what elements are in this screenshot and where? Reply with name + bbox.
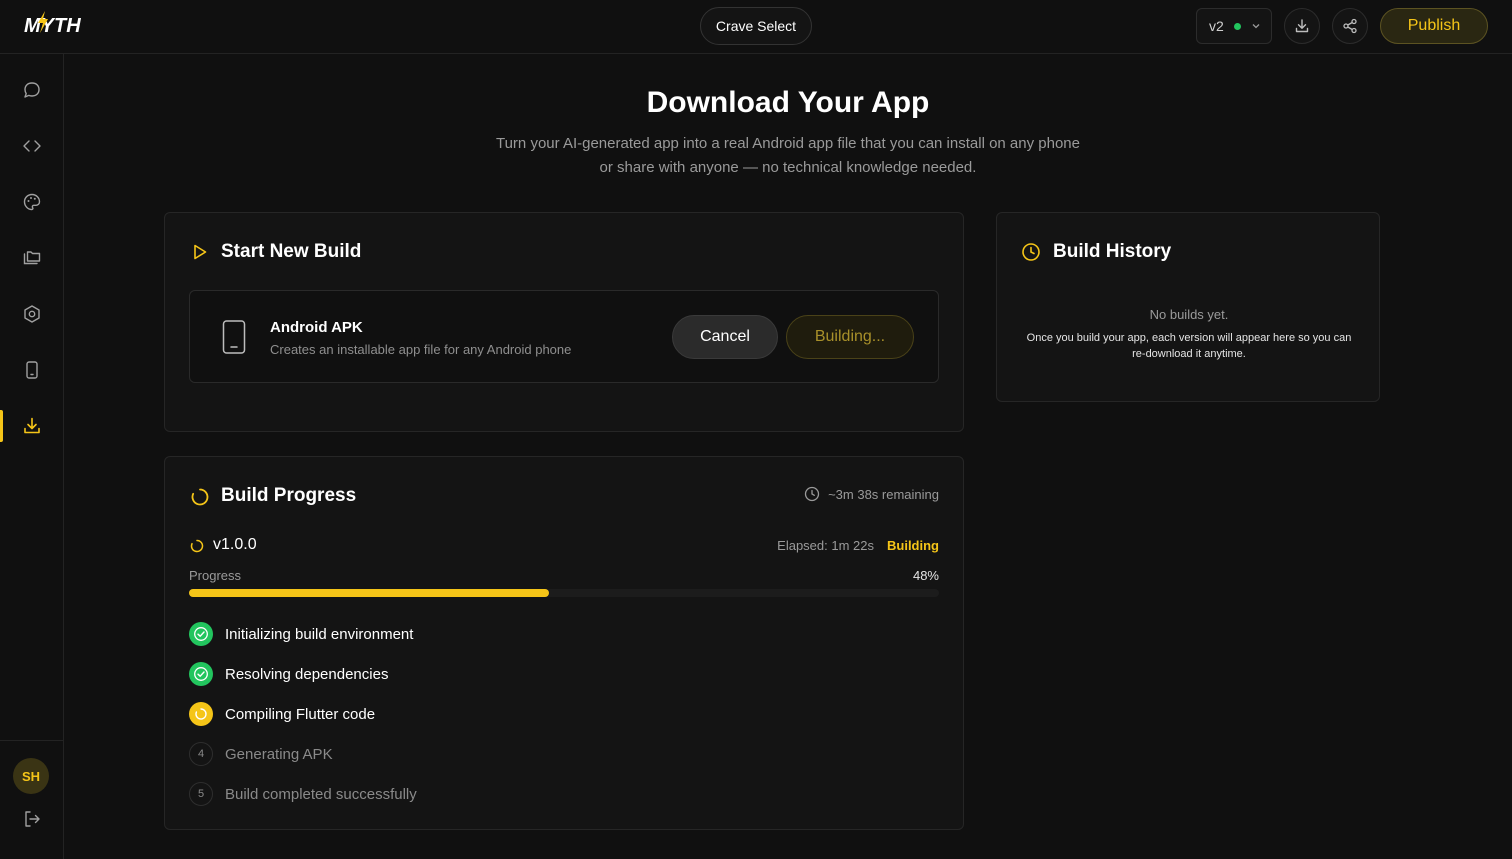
clock-icon [1022,243,1040,261]
step-label: Initializing build environment [225,625,414,643]
cancel-label: Cancel [700,328,750,345]
build-version: v1.0.0 [213,536,257,553]
progress-bar [189,589,939,597]
step-label: Resolving dependencies [225,665,389,683]
sidebar-item-settings[interactable] [0,294,64,334]
share-button[interactable] [1332,8,1368,44]
step-label: Generating APK [225,745,333,763]
spinner-icon [195,708,207,720]
step-label: Compiling Flutter code [225,705,376,723]
elapsed-time: Elapsed: 1m 22s [777,538,874,553]
version-select[interactable]: v2 [1196,8,1272,44]
step-label: Build completed successfully [225,785,417,803]
apk-name: Android APK [270,319,363,336]
build-history-card: Build History No builds yet. Once you bu… [996,212,1380,402]
build-version-row: v1.0.0 Elapsed: 1m 22s Building [189,535,939,557]
sidebar-item-files[interactable] [0,238,64,278]
code-icon [23,140,41,152]
download-button[interactable] [1284,8,1320,44]
history-title: Build History [1053,241,1172,262]
time-remaining: ~3m 38s remaining [804,486,939,502]
check-circle-icon [194,627,208,641]
avatar-initials: SH [21,768,41,784]
apk-description: Creates an installable app file for any … [270,342,572,357]
logo-text: MYTH [24,14,81,37]
status-badge: Building [887,538,939,553]
sidebar-item-download[interactable] [0,406,64,446]
new-build-card: Start New Build Android APK Creates an i… [164,212,964,432]
spinner-icon [190,539,204,553]
version-label: v2 [1209,18,1224,34]
progress-label: Progress [189,568,242,583]
android-apk-option: Android APK Creates an installable app f… [189,290,939,383]
bolt-icon [37,11,48,33]
sidebar: SH [0,54,64,859]
step-badge [189,662,213,686]
top-bar: MYTH Crave Select v2 Publish [0,0,1512,54]
sidebar-item-device[interactable] [0,350,64,390]
device-icon [26,361,38,379]
publish-label: Publish [1407,17,1461,34]
new-build-title: Start New Build [221,241,362,262]
chevron-down-icon [1252,24,1260,29]
clock-icon [804,486,820,502]
publish-button[interactable]: Publish [1380,8,1488,44]
building-label: Building... [814,328,886,345]
files-icon [23,251,41,265]
sidebar-item-code[interactable] [0,126,64,166]
empty-text: Once you build your app, each version wi… [1026,332,1352,360]
project-name: Crave Select [715,18,797,34]
logout-button[interactable] [0,799,64,839]
sidebar-item-design[interactable] [0,182,64,222]
cancel-button[interactable]: Cancel [672,315,778,359]
build-step: 5 Build completed successfully [189,782,417,806]
build-step: Initializing build environment [189,622,413,646]
palette-icon [23,193,41,211]
step-badge [189,702,213,726]
spinner-icon [191,488,209,506]
step-badge [189,622,213,646]
download-icon [24,417,40,434]
progress-percent: 48% [912,568,939,583]
avatar[interactable]: SH [13,758,49,794]
check-circle-icon [194,667,208,681]
sidebar-divider [0,740,64,741]
progress-title: Build Progress [221,485,357,506]
remaining-text: ~3m 38s remaining [828,486,939,502]
download-icon [1295,19,1309,33]
status-dot [1233,22,1241,30]
page-subtitle: Turn your AI-generated app into a real A… [495,135,1080,176]
share-icon [1343,18,1357,34]
step-number: 4 [189,742,213,766]
project-name-button[interactable]: Crave Select [700,7,812,45]
build-step: 4 Generating APK [189,742,333,766]
myth-logo[interactable]: MYTH [24,11,81,40]
logout-icon [25,811,40,827]
phone-icon [222,320,246,354]
build-step: Resolving dependencies [189,662,388,686]
play-icon [194,244,207,260]
settings-icon [24,305,40,323]
build-step: Compiling Flutter code [189,702,375,726]
step-number: 5 [189,782,213,806]
page-title: Download Your App [646,86,930,119]
build-progress-card: Build Progress ~3m 38s remaining v1.0.0 … [164,456,964,830]
empty-title: No builds yet. [1149,307,1229,322]
building-button[interactable]: Building... [786,315,914,359]
progress-fill [189,589,549,597]
